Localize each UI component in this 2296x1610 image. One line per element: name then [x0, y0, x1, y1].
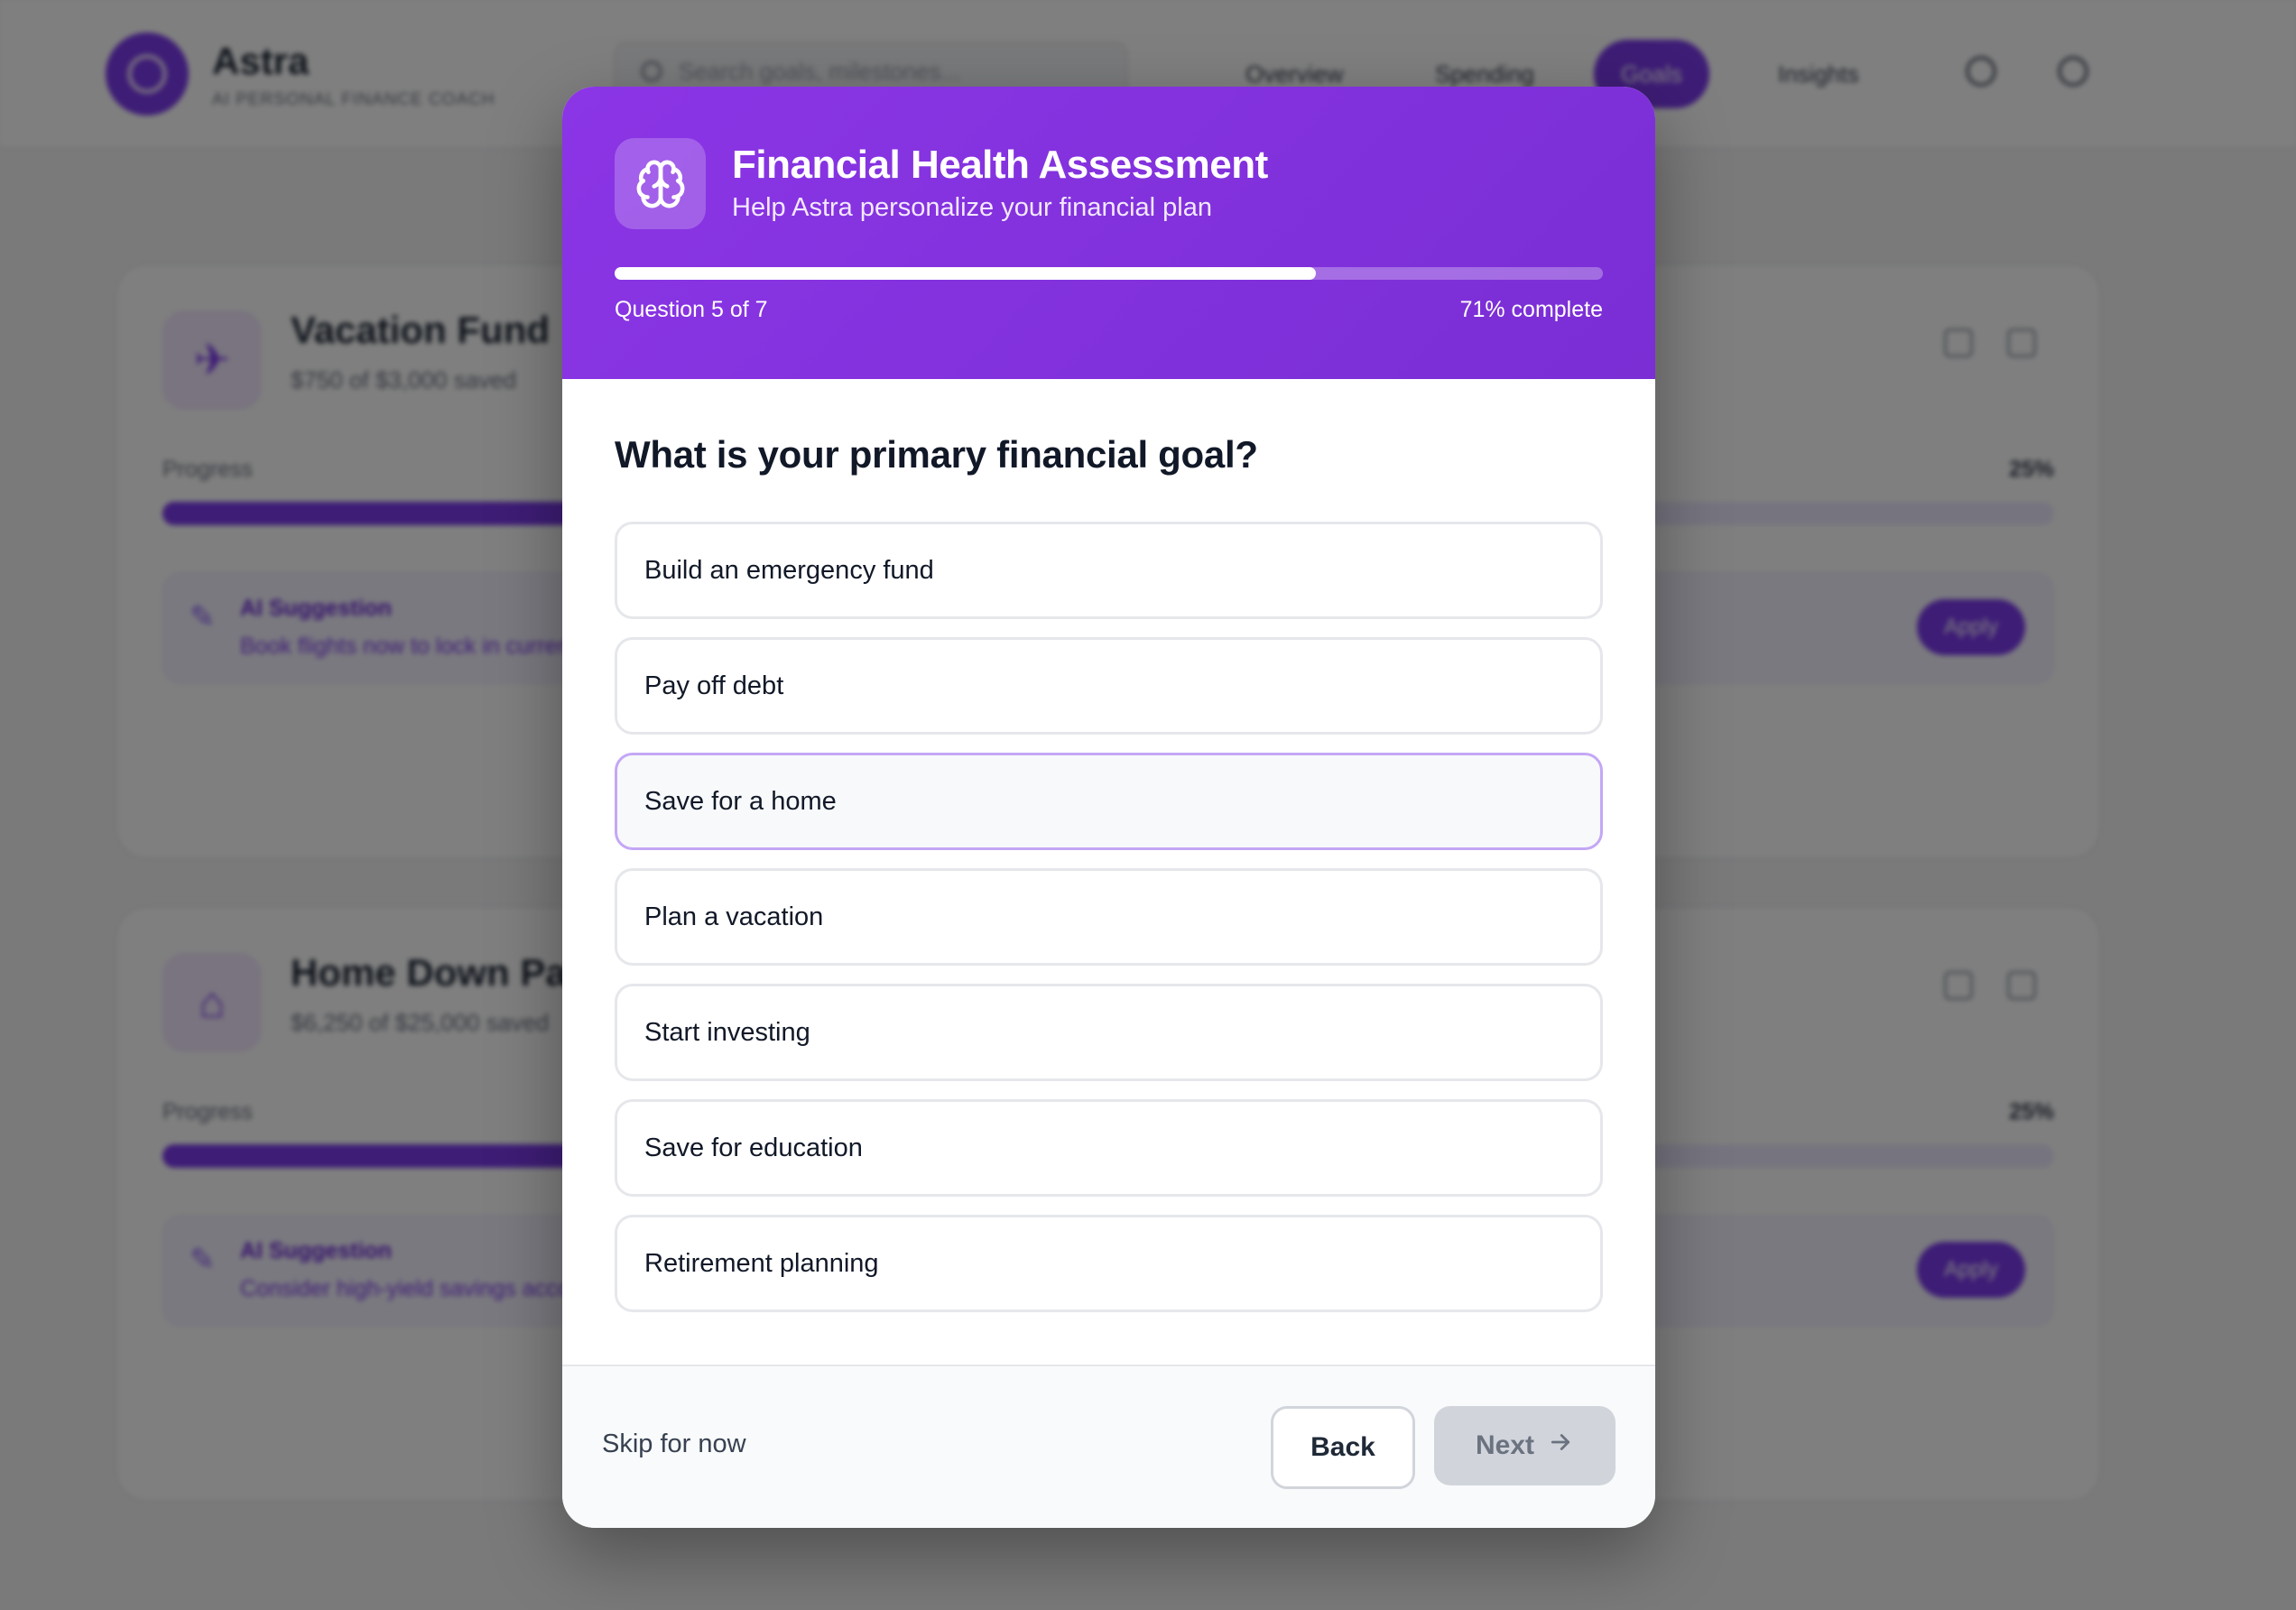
option-pay-off-debt[interactable]: Pay off debt: [615, 637, 1603, 735]
option-save-for-home[interactable]: Save for a home: [615, 753, 1603, 850]
answer-options: Build an emergency fund Pay off debt Sav…: [615, 522, 1603, 1330]
brain-icon: [615, 138, 706, 229]
option-start-investing[interactable]: Start investing: [615, 984, 1603, 1081]
skip-link[interactable]: Skip for now: [602, 1430, 746, 1459]
option-emergency-fund[interactable]: Build an emergency fund: [615, 522, 1603, 619]
option-save-for-education[interactable]: Save for education: [615, 1099, 1603, 1197]
next-button[interactable]: Next: [1434, 1406, 1616, 1485]
assessment-modal: Financial Health Assessment Help Astra p…: [562, 87, 1655, 1528]
arrow-right-icon: [1547, 1429, 1574, 1463]
modal-header: Financial Health Assessment Help Astra p…: [562, 87, 1655, 379]
back-button[interactable]: Back: [1271, 1406, 1415, 1489]
question-counter: Question 5 of 7: [615, 297, 768, 322]
modal-footer: Skip for now Back Next: [562, 1365, 1655, 1528]
back-button-label: Back: [1310, 1432, 1375, 1462]
modal-title: Financial Health Assessment: [732, 143, 1268, 187]
next-button-label: Next: [1475, 1430, 1535, 1460]
assessment-progress-bar: [615, 267, 1603, 280]
assessment-progress-fill: [615, 267, 1317, 280]
percent-complete: 71% complete: [1459, 297, 1603, 322]
modal-subtitle: Help Astra personalize your financial pl…: [732, 193, 1212, 222]
question-text: What is your primary financial goal?: [615, 433, 1258, 476]
option-retirement-planning[interactable]: Retirement planning: [615, 1215, 1603, 1312]
option-plan-vacation[interactable]: Plan a vacation: [615, 868, 1603, 966]
